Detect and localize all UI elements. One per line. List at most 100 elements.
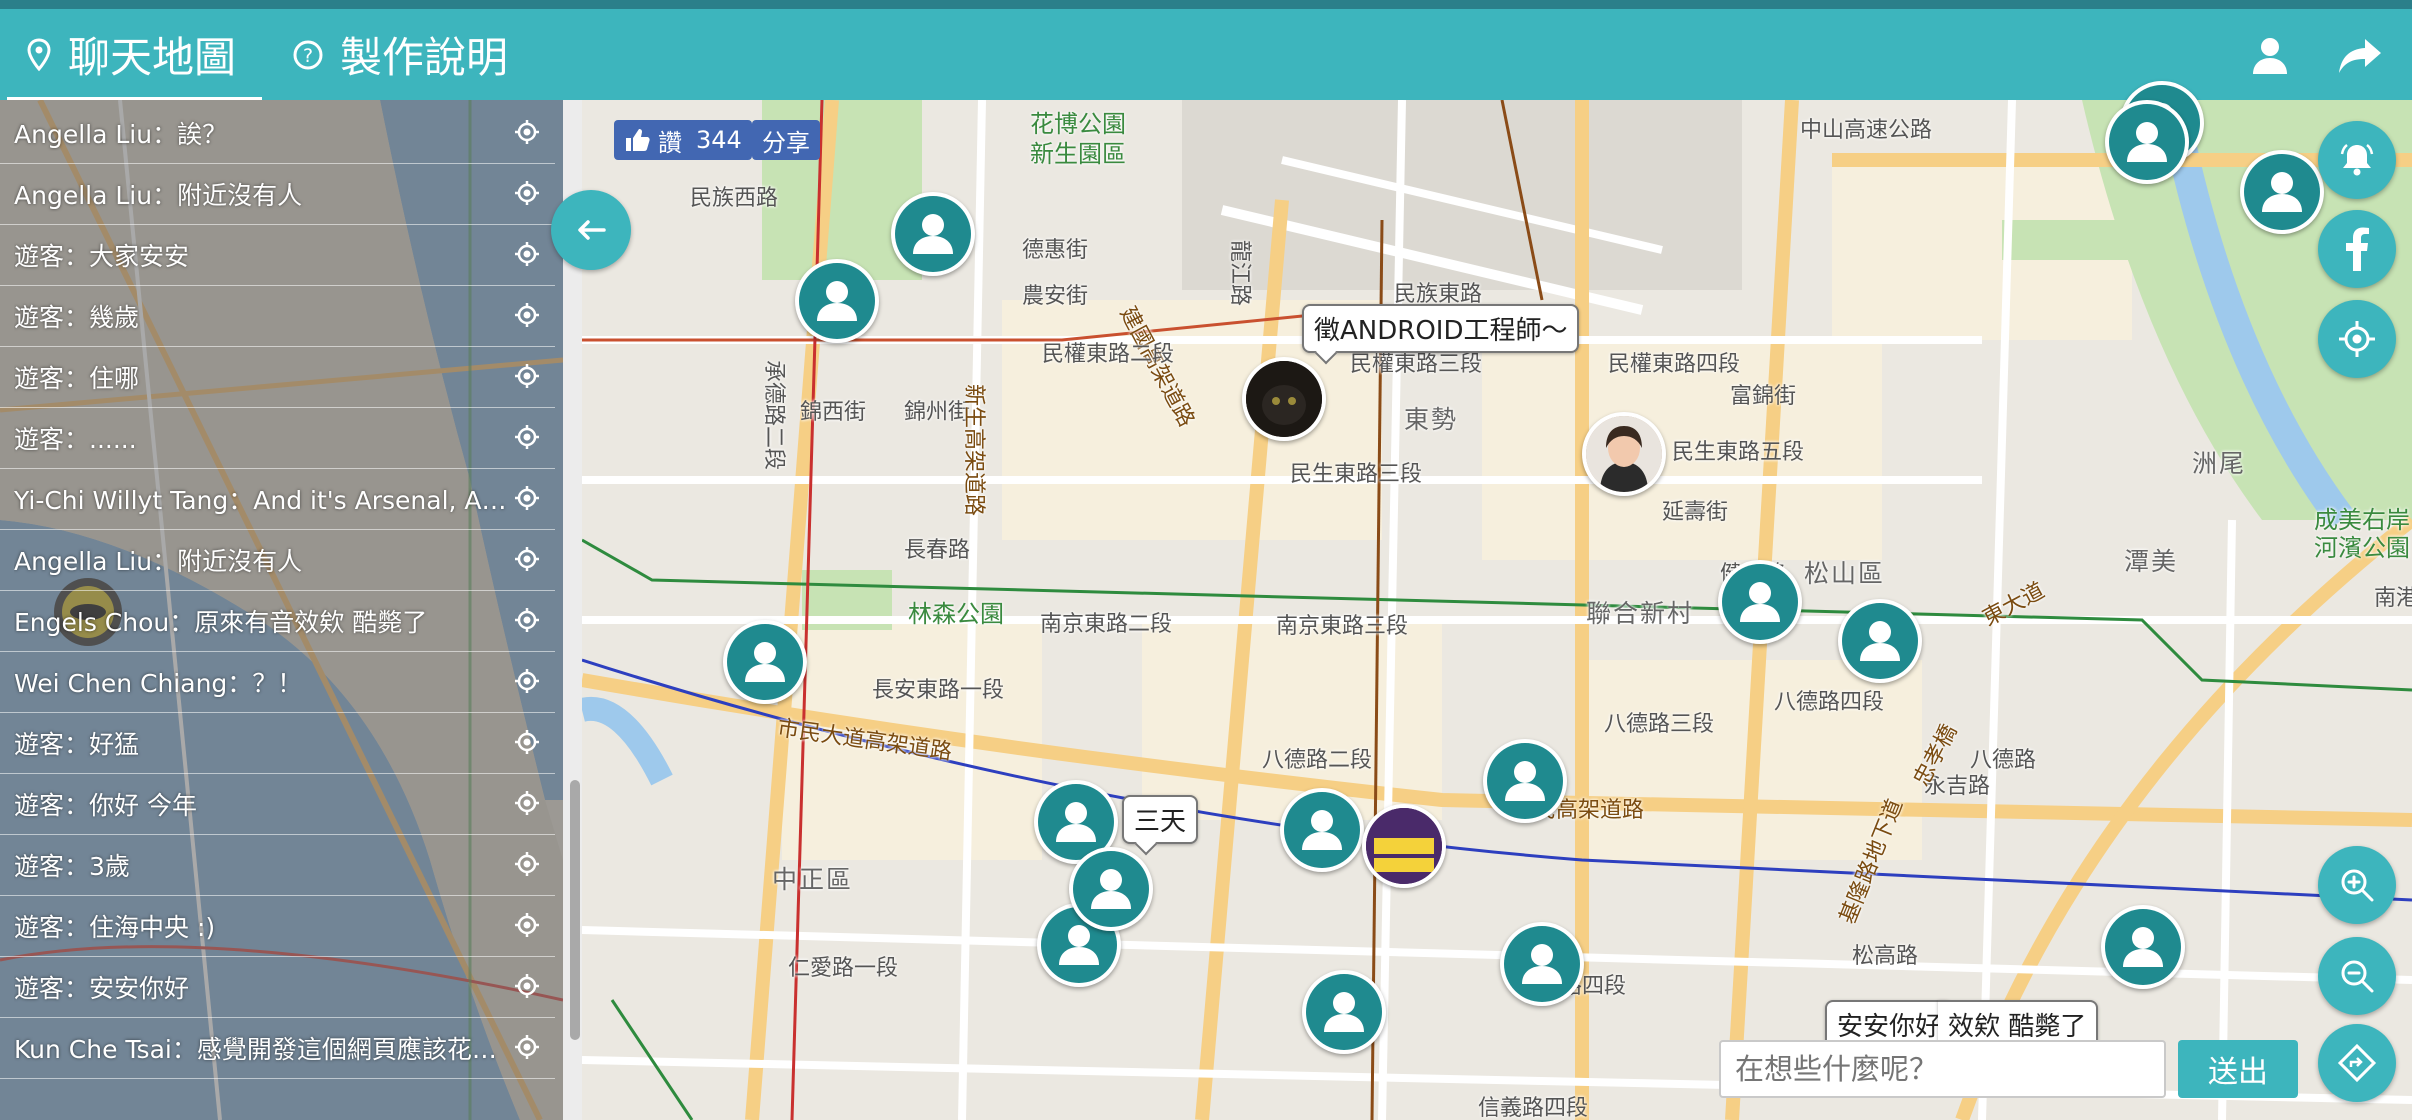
zoom-in-button[interactable]: [2318, 846, 2396, 924]
locate-message-icon[interactable]: [514, 485, 540, 511]
chat-message-text: 遊客：住海中央 :): [14, 912, 216, 942]
locate-me-button[interactable]: [2318, 300, 2396, 378]
person-icon: [2109, 104, 2185, 180]
collapse-panel-button[interactable]: [551, 190, 631, 270]
chat-message-row[interactable]: 遊客：你好 今年: [0, 773, 555, 835]
chat-message-text: 遊客：大家安安: [14, 241, 190, 271]
chat-message-row[interactable]: Engels Chou：原來有音效欸 酷斃了: [0, 590, 555, 652]
top-accent-strip: [0, 0, 2412, 9]
user-marker[interactable]: [1838, 599, 1922, 683]
user-marker[interactable]: [2240, 150, 2324, 234]
chat-message-text: Angella Liu：附近沒有人: [14, 180, 303, 210]
person-icon: [1284, 792, 1360, 868]
user-marker[interactable]: [795, 259, 879, 343]
user-marker[interactable]: [1500, 922, 1584, 1006]
facebook-button[interactable]: [2318, 210, 2396, 288]
chat-scrollbar[interactable]: [570, 780, 580, 1040]
chat-message-row[interactable]: 遊客：幾歲: [0, 285, 555, 347]
person-icon: [1073, 851, 1149, 927]
user-marker[interactable]: [2101, 905, 2185, 989]
chat-message-row[interactable]: Angella Liu：誒？: [0, 102, 555, 164]
map-label: 民生東路五段: [1672, 440, 1805, 465]
chat-message-row[interactable]: Yi-Chi Willyt Tang：And it's Arsenal, Ars…: [0, 468, 555, 530]
map-label: 松高路: [1852, 944, 1919, 969]
map-label: 龍江路: [1227, 240, 1252, 307]
map-label: 南京東路二段: [1040, 612, 1173, 637]
user-marker[interactable]: [891, 192, 975, 276]
thumbs-up-icon: [624, 127, 650, 153]
chat-panel: Angella Liu：誒？ Angella Liu：附近沒有人 遊客：大家安安 遊客…: [0, 100, 563, 1120]
user-marker[interactable]: [1280, 788, 1364, 872]
map-label: 新生園區: [1030, 140, 1126, 168]
user-avatar-marker[interactable]: [1242, 357, 1326, 441]
user-marker[interactable]: [2105, 100, 2189, 184]
locate-message-icon[interactable]: [514, 546, 540, 572]
bell-icon: [2337, 140, 2377, 180]
tab-chat-map[interactable]: 聊天地圖: [26, 9, 236, 100]
locate-message-icon[interactable]: [514, 1034, 540, 1060]
locate-message-icon[interactable]: [514, 424, 540, 450]
chat-message-input[interactable]: [1719, 1040, 2166, 1098]
chat-message-row[interactable]: Angella Liu：附近沒有人: [0, 163, 555, 225]
map-label: 八德路三段: [1604, 712, 1715, 737]
chat-bubble: 三天: [1122, 795, 1199, 844]
locate-message-icon[interactable]: [514, 668, 540, 694]
like-count: 344: [696, 126, 742, 154]
user-marker[interactable]: [723, 620, 807, 704]
chat-message-row[interactable]: Wei Chen Chiang：？！: [0, 651, 555, 713]
locate-message-icon[interactable]: [514, 729, 540, 755]
locate-message-icon[interactable]: [514, 363, 540, 389]
notification-bell-button[interactable]: [2318, 121, 2396, 199]
user-marker[interactable]: [1718, 560, 1802, 644]
map-label: 錦西街: [800, 400, 867, 425]
user-marker[interactable]: [1483, 739, 1567, 823]
user-avatar-marker[interactable]: [1582, 412, 1666, 496]
locate-message-icon[interactable]: [514, 912, 540, 938]
map-label: 八德路: [1970, 748, 2037, 773]
chat-message-row[interactable]: 遊客：住海中央 :): [0, 895, 555, 957]
facebook-like-button[interactable]: 讚 344: [614, 120, 752, 160]
map-label: 長安東路一段: [872, 678, 1005, 703]
chat-message-row[interactable]: 遊客：3歲: [0, 834, 555, 896]
tab-instructions[interactable]: ? 製作說明: [292, 9, 508, 100]
locate-message-icon[interactable]: [514, 607, 540, 633]
user-marker[interactable]: [1069, 847, 1153, 931]
chat-message-row[interactable]: Kun Che Tsai：感覺開發這個網頁應該花了很多時間: [0, 1017, 555, 1079]
chat-message-row[interactable]: Angella Liu：附近沒有人: [0, 529, 555, 591]
locate-icon: [2337, 319, 2377, 359]
map-label: 民生東路三段: [1290, 462, 1423, 487]
map-label: 中正區: [772, 865, 854, 894]
map-label: 洲尾: [2192, 449, 2247, 478]
chat-message-row[interactable]: 遊客：大家安安: [0, 224, 555, 286]
avatar-cat: [1246, 361, 1322, 437]
chat-message-row[interactable]: 遊客：好猛: [0, 712, 555, 774]
map-label: 延壽街: [1662, 500, 1729, 525]
chat-message-text: Angella Liu：附近沒有人: [14, 546, 303, 576]
locate-message-icon[interactable]: [514, 119, 540, 145]
locate-message-icon[interactable]: [514, 790, 540, 816]
locate-message-icon[interactable]: [514, 241, 540, 267]
map-label: 河濱公園: [2314, 534, 2410, 562]
svg-text:?: ?: [303, 45, 313, 67]
locate-message-icon[interactable]: [514, 851, 540, 877]
person-icon: [2105, 909, 2181, 985]
locate-message-icon[interactable]: [514, 302, 540, 328]
locate-message-icon[interactable]: [514, 973, 540, 999]
person-icon: [1487, 743, 1563, 819]
map-label: 八德路二段: [1262, 748, 1373, 773]
user-marker[interactable]: [1302, 970, 1386, 1054]
chat-message-text: Kun Che Tsai：感覺開發這個網頁應該花了很多時間: [14, 1034, 509, 1064]
locate-message-icon[interactable]: [514, 180, 540, 206]
user-icon[interactable]: [2245, 31, 2295, 81]
chat-message-row[interactable]: 遊客：......: [0, 407, 555, 469]
send-button[interactable]: 送出: [2178, 1040, 2298, 1098]
zoom-out-button[interactable]: [2318, 937, 2396, 1015]
chat-message-row[interactable]: 遊客：住哪: [0, 346, 555, 408]
person-icon: [1722, 564, 1798, 640]
chat-message-text: Engels Chou：原來有音效欸 酷斃了: [14, 607, 428, 637]
user-avatar-marker[interactable]: [1362, 804, 1446, 888]
facebook-share-button[interactable]: 分享: [752, 120, 820, 160]
share-arrow-icon[interactable]: [2335, 31, 2385, 81]
directions-button[interactable]: [2318, 1024, 2396, 1102]
chat-message-row[interactable]: 遊客：安安你好: [0, 956, 555, 1018]
